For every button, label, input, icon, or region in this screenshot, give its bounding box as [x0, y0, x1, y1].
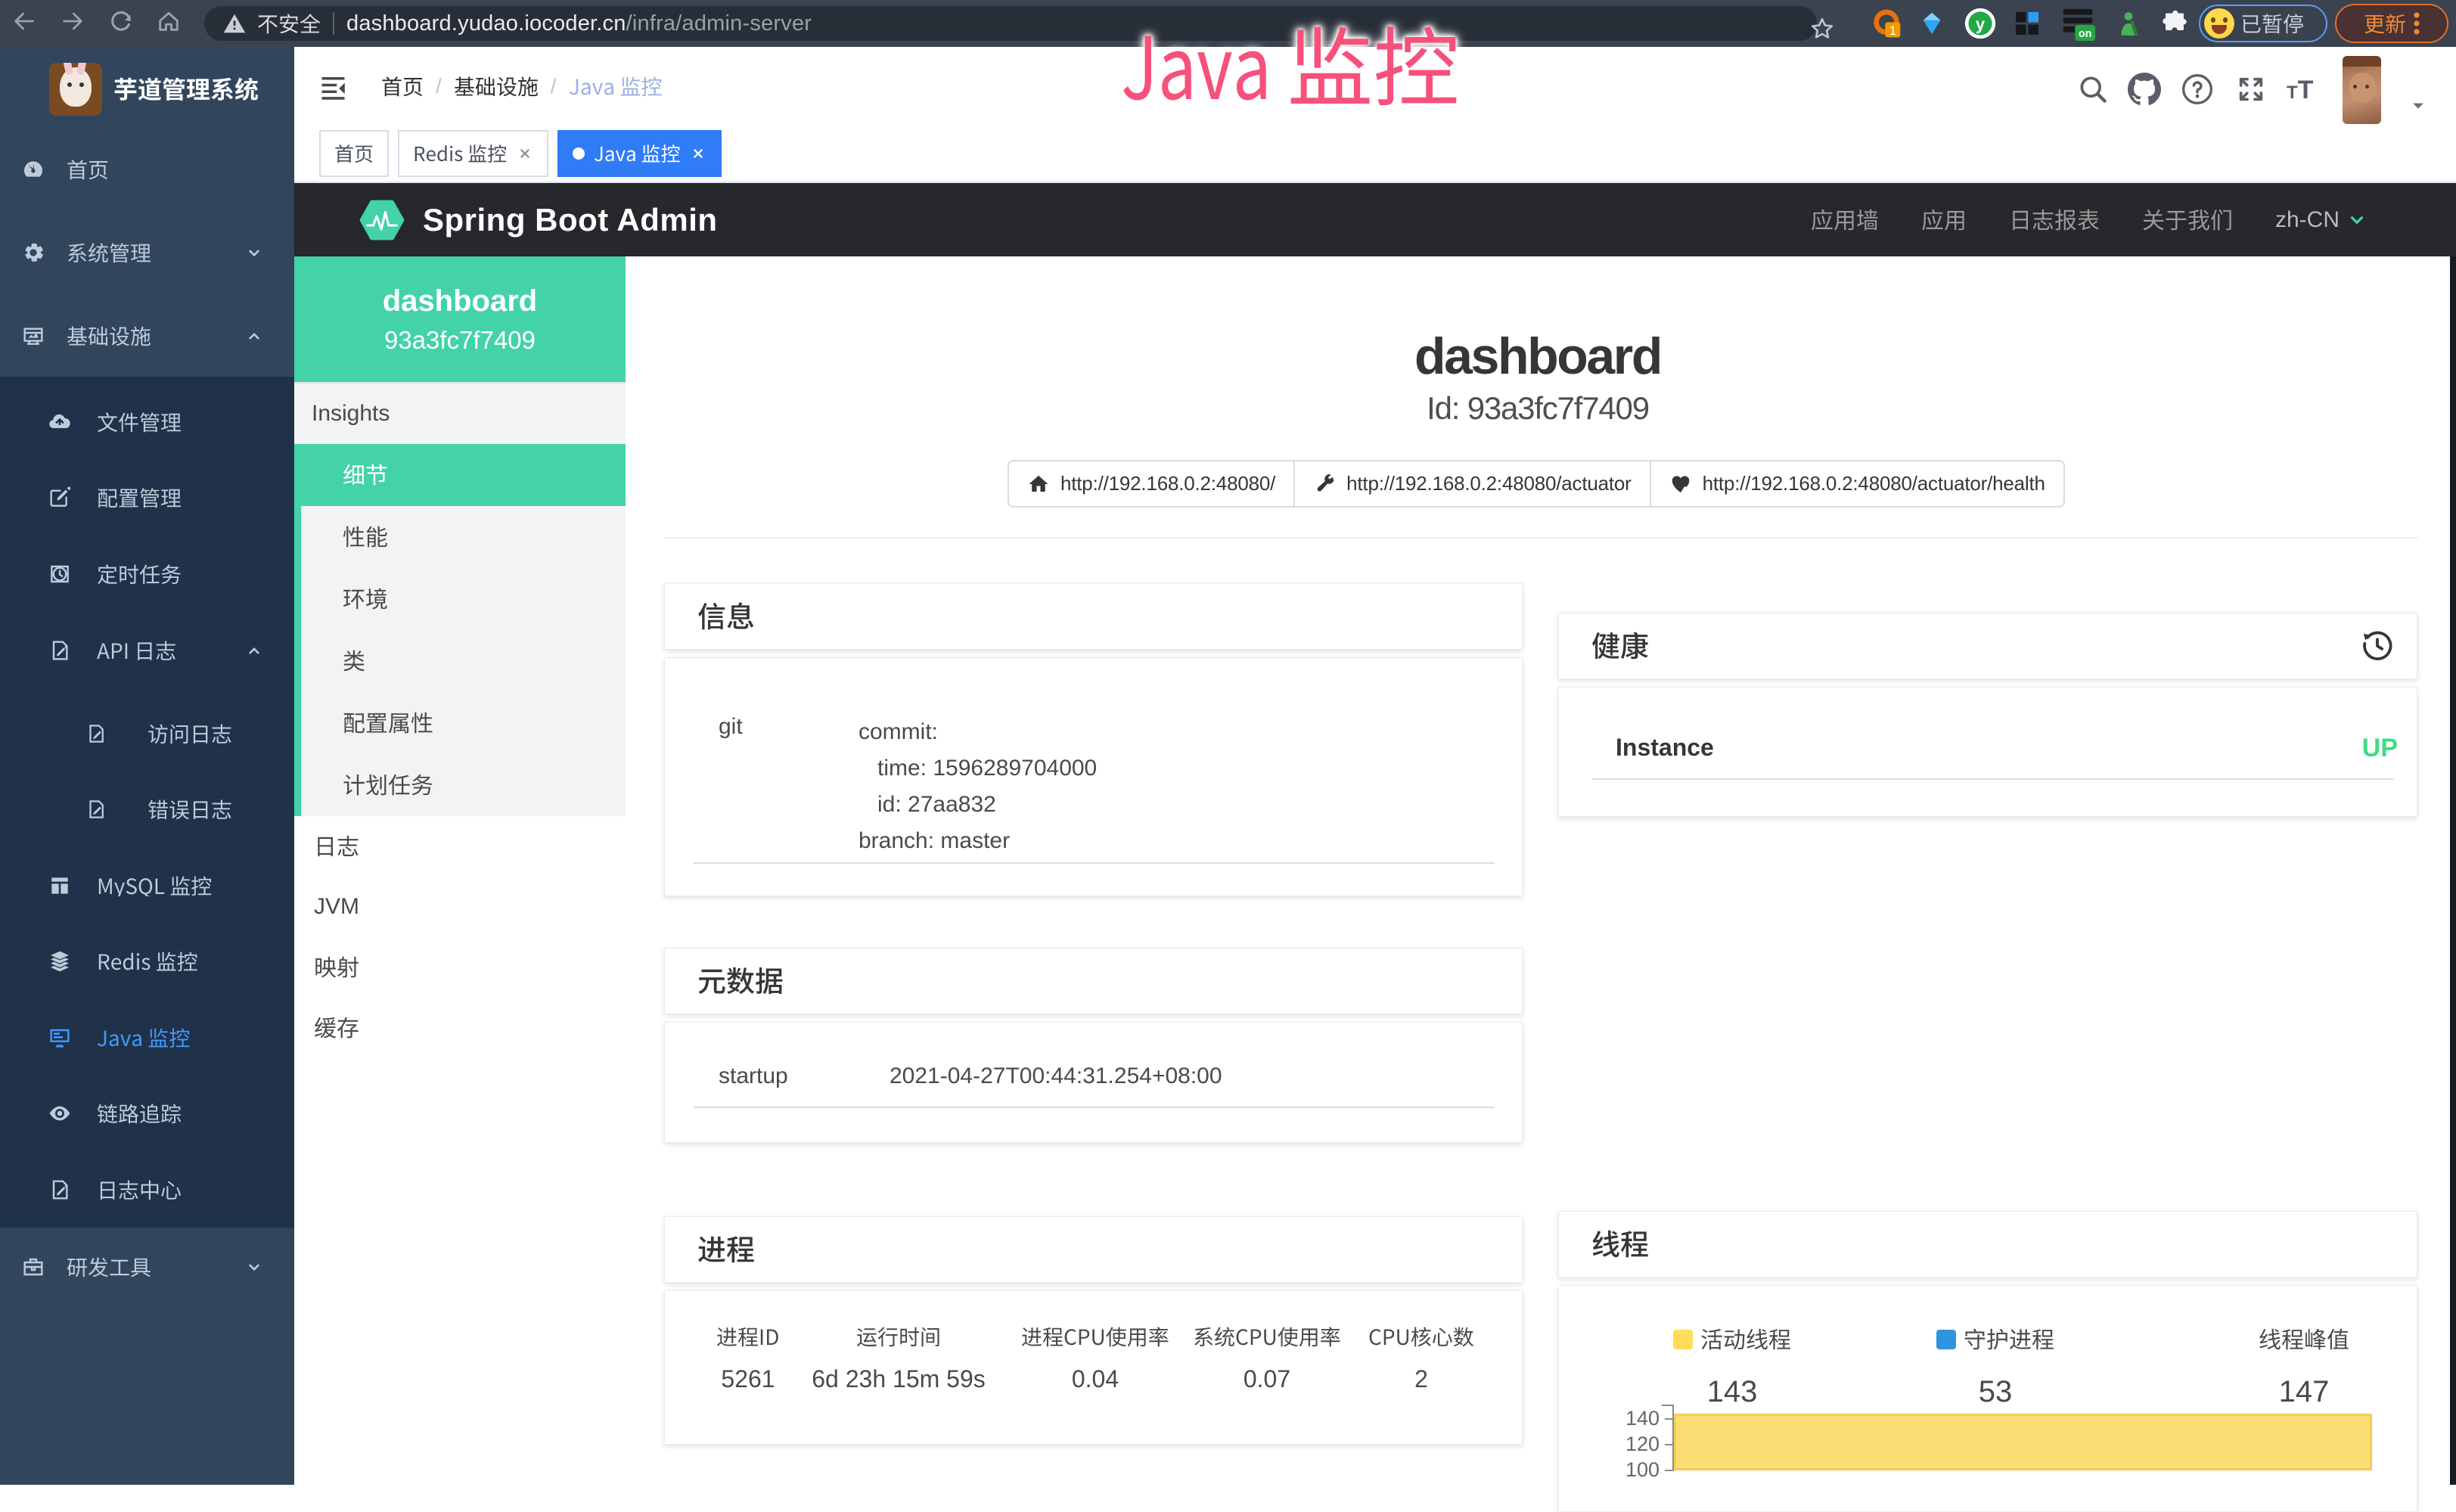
svg-text:y: y — [1976, 14, 1986, 33]
svg-text:1: 1 — [1889, 23, 1896, 38]
svg-text:on: on — [2079, 28, 2092, 40]
